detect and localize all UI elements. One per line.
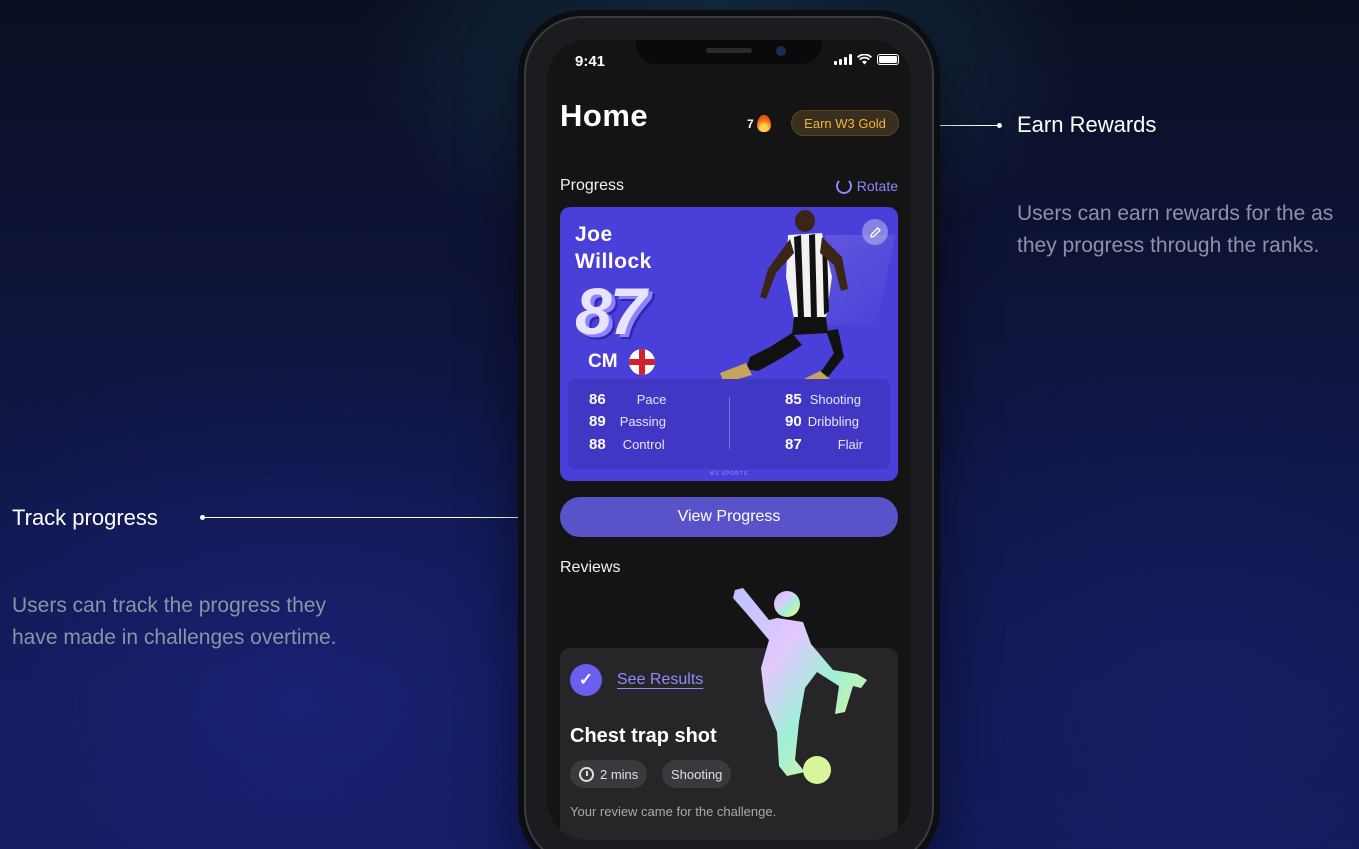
stats-divider bbox=[729, 397, 730, 449]
player-name: Joe Willock bbox=[575, 221, 652, 275]
duration-chip: 2 mins bbox=[570, 760, 648, 788]
streak-count: 7 bbox=[747, 116, 754, 131]
player-card[interactable]: Joe Willock 87 CM 86 Pace 89 Passing 88 … bbox=[560, 207, 898, 481]
streak-counter: 7 bbox=[747, 115, 771, 132]
rotate-icon bbox=[835, 178, 852, 194]
player-silhouette-illustration bbox=[733, 588, 867, 784]
progress-section-label: Progress bbox=[560, 177, 625, 194]
wifi-icon bbox=[857, 54, 872, 65]
stat-dribbling: 90 Dribbling bbox=[785, 413, 859, 430]
stat-flair: 87 Flair bbox=[785, 436, 863, 453]
battery-icon bbox=[877, 54, 899, 65]
player-last-name: Willock bbox=[575, 250, 652, 273]
stat-value: 87 bbox=[785, 436, 802, 453]
stat-shooting: 85 Shooting bbox=[785, 391, 861, 408]
stat-label: Shooting bbox=[809, 392, 862, 407]
category-label: Shooting bbox=[671, 766, 723, 782]
stat-label: Dribbling bbox=[807, 414, 859, 429]
stat-label: Control bbox=[622, 437, 665, 452]
category-chip: Shooting bbox=[662, 760, 732, 788]
stat-passing: 89 Passing bbox=[589, 413, 666, 430]
stat-control: 88 Control bbox=[589, 436, 665, 453]
view-progress-button[interactable]: View Progress bbox=[560, 497, 898, 537]
flame-icon bbox=[756, 115, 771, 132]
stat-label: Passing bbox=[619, 414, 666, 429]
phone-notch bbox=[636, 40, 822, 64]
track-progress-annotation-title: Track progress bbox=[12, 505, 158, 530]
pencil-icon bbox=[869, 226, 881, 238]
stat-value: 90 bbox=[785, 413, 802, 430]
duration-label: 2 mins bbox=[600, 766, 639, 782]
stat-label: Pace bbox=[636, 392, 667, 407]
stat-value: 89 bbox=[589, 413, 606, 430]
stat-value: 88 bbox=[589, 436, 606, 453]
earn-gold-button[interactable]: Earn W3 Gold bbox=[791, 110, 899, 136]
stat-label: Flair bbox=[837, 437, 863, 452]
earn-rewards-annotation-description: Users can earn rewards for the as they p… bbox=[1017, 202, 1334, 257]
track-progress-annotation-description: Users can track the progress they have m… bbox=[12, 594, 337, 649]
earn-rewards-connector-dot bbox=[997, 123, 1002, 128]
rotate-button[interactable]: Rotate bbox=[835, 178, 898, 194]
stat-pace: 86 Pace bbox=[589, 391, 666, 408]
page-title: Home bbox=[560, 98, 649, 133]
player-stats-panel: 86 Pace 89 Passing 88 Control 85 Shootin… bbox=[568, 379, 890, 469]
phone-screen: 9:41 Home 7 Earn W3 Gold Progress Rotate… bbox=[547, 40, 911, 840]
stat-value: 85 bbox=[785, 391, 802, 408]
speaker-grille bbox=[706, 48, 752, 53]
earn-rewards-annotation-title: Earn Rewards bbox=[1017, 112, 1157, 137]
stat-value: 86 bbox=[589, 391, 606, 408]
player-first-name: Joe bbox=[575, 223, 613, 246]
rotate-label: Rotate bbox=[856, 178, 898, 194]
reviews-section-label: Reviews bbox=[560, 559, 621, 576]
review-message: Your review came for the challenge. bbox=[570, 804, 777, 819]
front-camera bbox=[776, 46, 786, 56]
status-time: 9:41 bbox=[575, 53, 606, 70]
england-flag-icon bbox=[629, 349, 655, 375]
see-results-link[interactable]: See Results bbox=[617, 671, 703, 689]
player-position: CM bbox=[588, 351, 618, 372]
timer-icon bbox=[579, 766, 594, 782]
player-rating: 87 bbox=[575, 274, 646, 348]
signal-icon bbox=[834, 54, 852, 65]
card-brand-mark: W3 SPORTS bbox=[709, 471, 749, 477]
player-photo bbox=[720, 210, 848, 387]
check-icon: ✓ bbox=[570, 664, 602, 696]
challenge-title: Chest trap shot bbox=[570, 725, 717, 747]
status-icons bbox=[834, 54, 899, 65]
edit-card-button[interactable] bbox=[862, 219, 888, 245]
